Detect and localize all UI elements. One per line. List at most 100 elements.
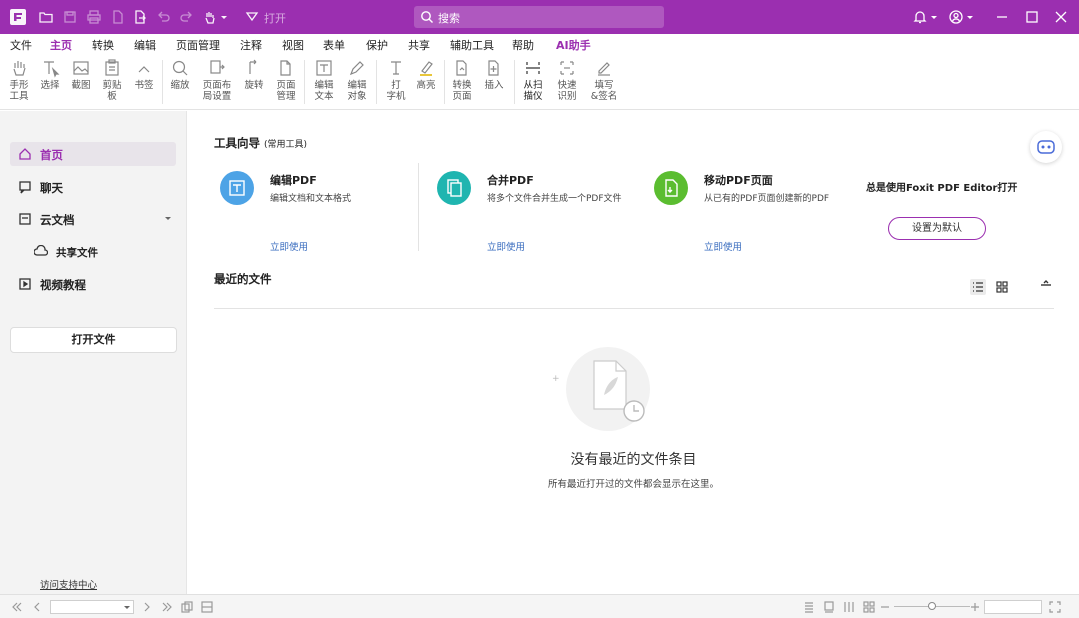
support-center-link[interactable]: 访问支持中心 <box>40 577 97 591</box>
filter-icon[interactable] <box>244 9 260 25</box>
sidebar-item-label: 共享文件 <box>56 247 98 259</box>
select-button[interactable]: 选择 <box>36 58 64 91</box>
sidebar-item-chat[interactable]: 聊天 <box>10 175 176 199</box>
last-page-icon[interactable] <box>160 600 174 614</box>
edit-text-button[interactable]: 编辑 文本 <box>310 58 338 102</box>
chevron-down-icon[interactable] <box>966 9 974 25</box>
rotate-button[interactable]: 旋转 <box>240 58 268 91</box>
more-options-icon[interactable] <box>1038 279 1054 295</box>
home-icon <box>18 147 32 161</box>
split-page-icon[interactable] <box>200 600 214 614</box>
scanner-icon <box>523 58 543 78</box>
sidebar-item-home[interactable]: 首页 <box>10 142 176 166</box>
video-tutorial-icon <box>18 277 32 291</box>
grid-view-icon[interactable] <box>994 279 1010 295</box>
zoom-level-field[interactable] <box>984 600 1042 614</box>
list-view-icon[interactable] <box>970 279 986 295</box>
ocr-button[interactable]: 快速 识别 <box>552 58 582 102</box>
undo-icon[interactable] <box>156 9 172 25</box>
card-use-link[interactable]: 立即使用 <box>704 239 742 253</box>
next-page-icon[interactable] <box>140 600 154 614</box>
facing-pages-icon[interactable] <box>842 600 856 614</box>
zoom-out-icon[interactable] <box>878 600 892 614</box>
tab-comment[interactable]: 注释 <box>240 37 262 53</box>
tab-edit[interactable]: 编辑 <box>134 37 156 53</box>
previous-page-icon[interactable] <box>30 600 44 614</box>
edit-pdf-card[interactable]: 编辑PDF 编辑文档和文本格式 立即使用 <box>220 171 420 261</box>
move-pages-card[interactable]: 移动PDF页面 从已有的PDF页面创建新的PDF 立即使用 <box>654 171 854 261</box>
search-box[interactable]: 搜索 <box>414 6 664 28</box>
continuous-facing-icon[interactable] <box>862 600 876 614</box>
continuous-page-icon[interactable] <box>822 600 836 614</box>
print-icon[interactable] <box>86 9 102 25</box>
zoom-slider[interactable] <box>894 602 970 610</box>
single-page-icon[interactable] <box>802 600 816 614</box>
tab-help[interactable]: 帮助 <box>512 37 534 53</box>
open-folder-icon[interactable] <box>38 9 54 25</box>
tab-organize[interactable]: 页面管理 <box>176 37 220 53</box>
fullscreen-icon[interactable] <box>1048 600 1062 614</box>
tab-file[interactable]: 文件 <box>10 37 32 53</box>
chevron-down-icon[interactable] <box>220 9 228 25</box>
card-use-link[interactable]: 立即使用 <box>270 239 308 253</box>
bell-icon[interactable] <box>912 9 928 25</box>
tab-form[interactable]: 表单 <box>323 37 345 53</box>
tab-convert[interactable]: 转换 <box>92 37 114 53</box>
chevron-down-icon[interactable] <box>930 9 938 25</box>
maximize-icon[interactable] <box>1024 9 1040 25</box>
card-use-link[interactable]: 立即使用 <box>487 239 525 253</box>
cloud-share-icon <box>34 245 48 259</box>
save-icon[interactable] <box>62 9 78 25</box>
ribbon-label: 选择 <box>40 80 60 91</box>
bookmark-button[interactable]: 书签 <box>130 58 158 91</box>
snapshot-button[interactable]: 截图 <box>68 58 94 91</box>
zoom-slider-thumb[interactable] <box>928 602 936 610</box>
account-icon[interactable] <box>948 9 964 25</box>
ribbon-label: 剪贴 板 <box>102 80 122 102</box>
page-number-field[interactable] <box>50 600 134 614</box>
chevron-down-icon[interactable] <box>164 215 172 223</box>
search-input[interactable]: 搜索 <box>438 10 460 26</box>
tab-accessibility[interactable]: 辅助工具 <box>450 37 494 53</box>
close-icon[interactable] <box>1053 9 1069 25</box>
typewriter-button[interactable]: 打 字机 <box>382 58 410 102</box>
edit-object-button[interactable]: 编辑 对象 <box>342 58 372 102</box>
tab-protect[interactable]: 保护 <box>366 37 388 53</box>
sidebar-item-label: 首页 <box>40 148 63 162</box>
merge-pdf-card[interactable]: 合并PDF 将多个文件合并生成一个PDF文件 立即使用 <box>437 171 637 261</box>
export-icon[interactable] <box>132 9 148 25</box>
tab-ai-assistant[interactable]: AI助手 <box>556 37 591 53</box>
highlight-button[interactable]: 高亮 <box>412 58 440 91</box>
open-label[interactable]: 打开 <box>264 10 286 26</box>
open-file-button[interactable]: 打开文件 <box>10 327 177 353</box>
hand-tool-icon[interactable] <box>202 9 218 25</box>
set-default-button[interactable]: 设置为默认 <box>888 217 986 240</box>
sidebar-item-cloud-docs[interactable]: 云文档 <box>10 207 176 231</box>
sidebar-item-video-tutorials[interactable]: 视频教程 <box>10 272 176 296</box>
tab-view[interactable]: 视图 <box>282 37 304 53</box>
minimize-icon[interactable] <box>994 9 1010 25</box>
convert-page-button[interactable]: 转换 页面 <box>448 58 476 102</box>
ribbon-label: 转换 页面 <box>452 80 472 102</box>
new-file-icon[interactable] <box>110 9 126 25</box>
insert-button[interactable]: 插入 <box>480 58 508 91</box>
copy-page-icon[interactable] <box>180 600 194 614</box>
edit-object-icon <box>347 58 367 78</box>
scanner-button[interactable]: 从扫 描仪 <box>518 58 548 102</box>
page-layout-button[interactable]: 页面布 局设置 <box>198 58 236 102</box>
ribbon-divider <box>304 60 305 104</box>
page-manage-button[interactable]: 页面 管理 <box>272 58 300 102</box>
redo-icon[interactable] <box>178 9 194 25</box>
clipboard-button[interactable]: 剪贴 板 <box>98 58 126 102</box>
hand-tool-button[interactable]: 手形 工具 <box>6 58 32 102</box>
tab-share[interactable]: 共享 <box>408 37 430 53</box>
ribbon-label: 高亮 <box>416 80 436 91</box>
fill-sign-button[interactable]: 填写 &签名 <box>588 58 620 102</box>
card-divider <box>418 163 419 251</box>
first-page-icon[interactable] <box>10 600 24 614</box>
insert-icon <box>484 58 504 78</box>
zoom-button[interactable]: 缩放 <box>166 58 194 91</box>
sidebar-item-shared-files[interactable]: 共享文件 <box>26 240 176 264</box>
zoom-in-icon[interactable] <box>968 600 982 614</box>
assistant-bubble-icon[interactable] <box>1030 131 1062 163</box>
